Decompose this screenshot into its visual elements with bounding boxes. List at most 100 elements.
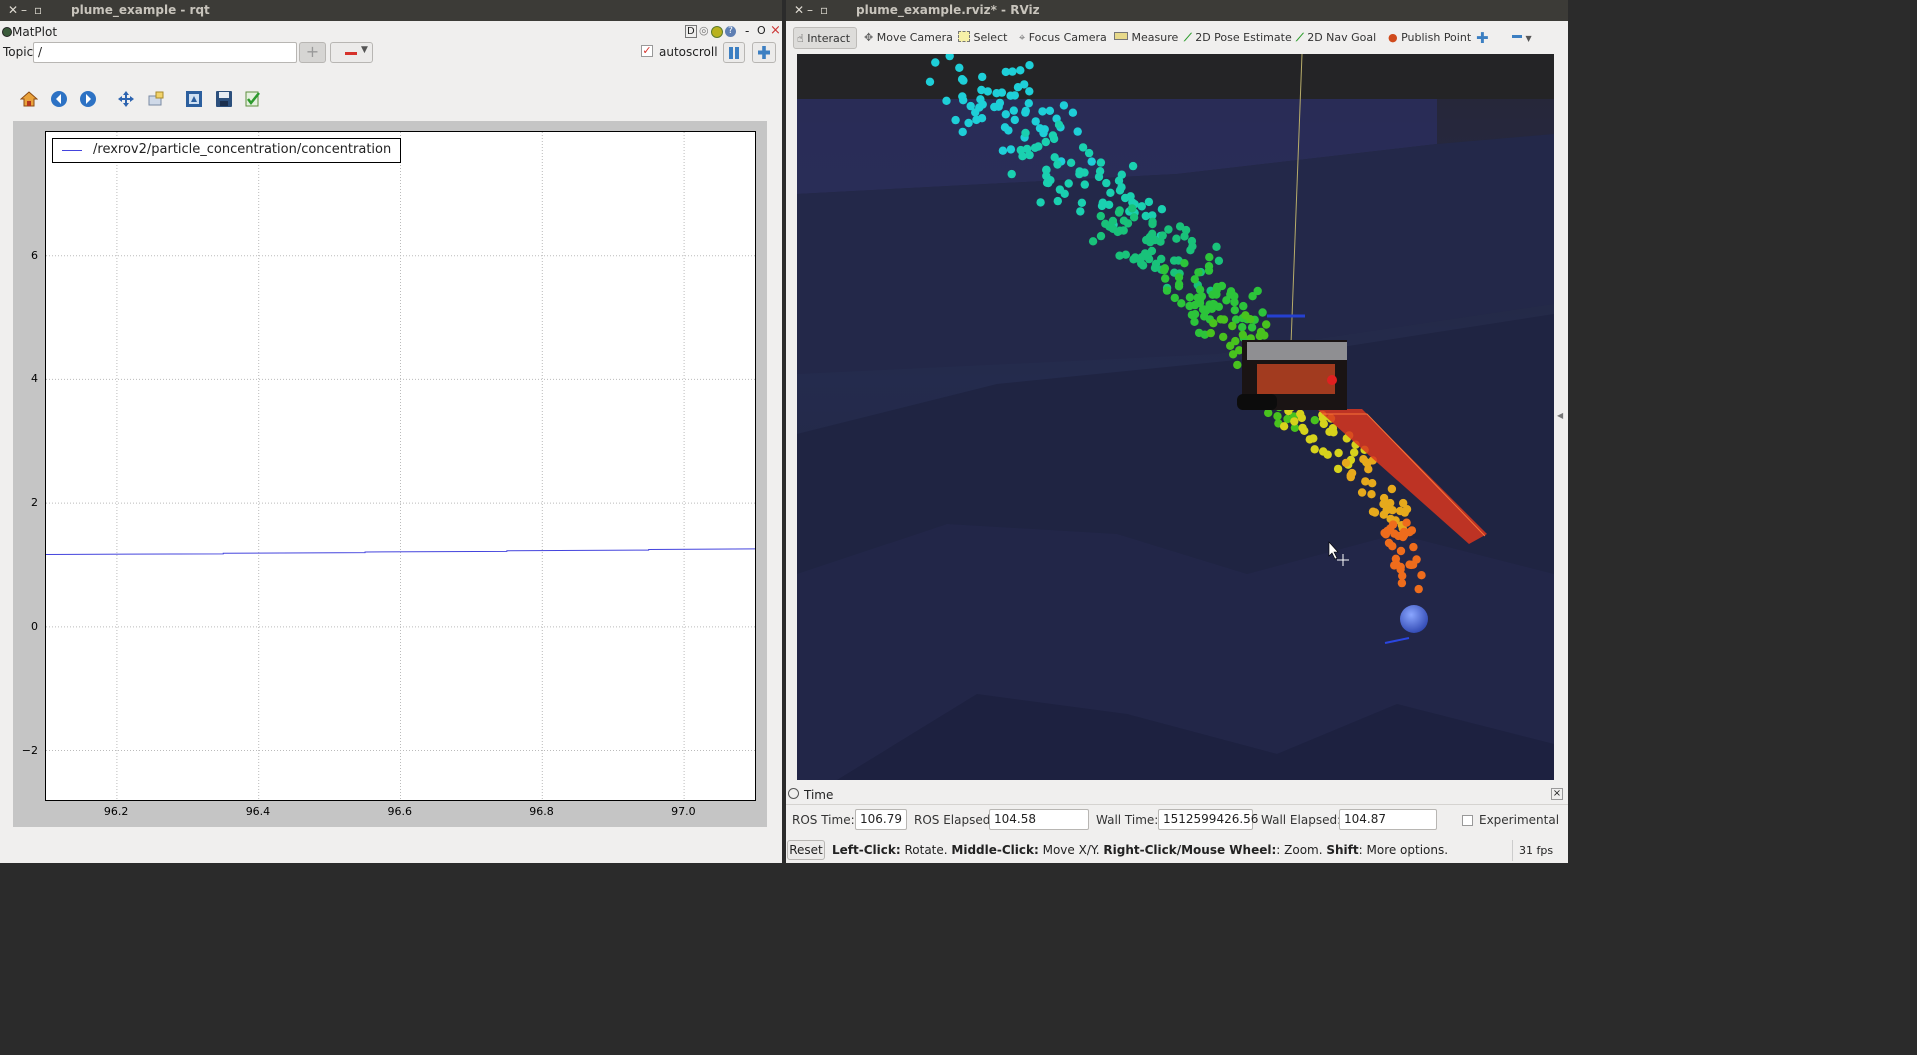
pan-icon[interactable] — [115, 88, 137, 110]
plugin-help-icon[interactable]: D — [685, 25, 697, 38]
topic-input[interactable]: / — [33, 42, 297, 63]
plume-particle — [1359, 455, 1368, 464]
plume-particle — [1379, 510, 1388, 519]
edit-icon[interactable] — [242, 88, 264, 110]
plugin-config-icon[interactable]: ◎ — [699, 24, 709, 37]
plume-particle — [1300, 426, 1309, 435]
experimental-checkbox[interactable] — [1462, 815, 1473, 826]
hint-right-click-text: : Zoom. — [1276, 843, 1327, 857]
plugin-info-icon[interactable]: ? — [725, 26, 736, 37]
plugin-reload-icon[interactable] — [711, 26, 723, 38]
tool-measure-label: Measure — [1131, 31, 1179, 44]
plume-particle — [1078, 143, 1088, 152]
ros-time-field[interactable]: 106.79 — [855, 809, 907, 830]
reset-button[interactable]: Reset — [787, 840, 825, 860]
plume-particle — [1205, 253, 1214, 262]
plume-particle — [1279, 422, 1289, 431]
plume-particle — [1258, 308, 1267, 317]
tool-2d-pose-estimate[interactable]: ⟋ 2D Pose Estimate — [1184, 27, 1292, 49]
plume-particle — [1068, 108, 1078, 117]
plume-particle — [1409, 542, 1418, 552]
wall-time-field[interactable]: 1512599426.56 — [1158, 809, 1258, 830]
plume-particle — [1007, 169, 1016, 179]
add-topic-button[interactable]: + — [299, 42, 326, 63]
wall-time-label: Wall Time: — [1096, 813, 1159, 827]
plume-particle — [1408, 560, 1418, 569]
plume-particle — [1219, 315, 1229, 324]
wall-elapsed-field[interactable]: 104.87 — [1339, 809, 1437, 830]
plugin-header: MatPlot D ◎ ? - O × — [0, 23, 782, 40]
topic-row: Topic / + ▼ ✓ autoscroll — [0, 42, 782, 64]
plume-particle — [1073, 127, 1082, 136]
plume-particle — [1020, 80, 1029, 89]
minimize-icon[interactable]: – — [807, 3, 820, 17]
ros-elapsed-field[interactable]: 104.58 — [989, 809, 1089, 830]
plume-particle — [1200, 312, 1209, 321]
plume-particle — [1024, 99, 1033, 108]
plume-particle — [1329, 428, 1338, 437]
back-icon[interactable] — [48, 88, 70, 110]
tool-2d-pose-estimate-label: 2D Pose Estimate — [1195, 31, 1292, 44]
plume-particle — [1156, 237, 1165, 246]
plume-particle — [1064, 179, 1073, 188]
zoom-icon[interactable] — [145, 88, 167, 110]
right-collapse-handle[interactable]: ◀ — [1557, 411, 1563, 420]
plume-particle — [1387, 484, 1397, 494]
plume-particle — [1357, 488, 1367, 497]
plume-particle — [1127, 204, 1137, 213]
plume-particle — [1309, 434, 1318, 443]
plume-particle — [1138, 261, 1148, 270]
tool-measure[interactable]: Measure — [1114, 27, 1178, 49]
3d-viewport[interactable]: ▶ — [797, 54, 1554, 780]
ros-time-value: 106.79 — [860, 812, 902, 826]
map-pin-icon: ● — [1388, 31, 1398, 44]
plume-particle — [1148, 219, 1157, 229]
clear-button[interactable] — [752, 42, 776, 63]
close-icon[interactable]: ✕ — [8, 3, 21, 17]
home-icon[interactable] — [18, 88, 40, 110]
plume-particle — [1045, 106, 1055, 115]
plume-particle — [1233, 360, 1242, 370]
pause-button[interactable] — [723, 42, 745, 63]
autoscroll-checkbox[interactable]: ✓ — [641, 45, 653, 57]
close-icon[interactable]: ✕ — [794, 3, 807, 17]
vehicle-frame — [1257, 364, 1335, 394]
remove-tool-button[interactable]: ▼ — [1512, 27, 1532, 49]
plugin-float-icon[interactable]: O — [757, 24, 766, 37]
plume-particle — [1222, 296, 1231, 305]
subplots-icon[interactable] — [183, 88, 205, 110]
maximize-icon[interactable]: ▫ — [820, 3, 833, 17]
remove-topic-button[interactable]: ▼ — [330, 42, 373, 63]
plume-particle — [976, 95, 985, 104]
plume-particle — [942, 96, 951, 105]
add-tool-button[interactable]: ✚ — [1476, 27, 1489, 49]
plume-particle — [1333, 464, 1343, 474]
plugin-minimize-icon[interactable]: - — [745, 24, 749, 38]
minimize-icon[interactable]: – — [21, 3, 34, 17]
window-controls[interactable]: ✕–▫ — [794, 3, 833, 17]
ros-time-label: ROS Time: — [792, 813, 855, 827]
save-icon[interactable] — [213, 88, 235, 110]
tool-2d-nav-goal[interactable]: ⟋ 2D Nav Goal — [1296, 27, 1376, 49]
forward-icon[interactable] — [77, 88, 99, 110]
maximize-icon[interactable]: ▫ — [34, 3, 47, 17]
plot-canvas[interactable] — [45, 131, 756, 801]
plugin-close-icon[interactable]: × — [770, 23, 781, 38]
plume-particle — [1396, 546, 1406, 556]
plume-particle — [1141, 211, 1150, 221]
time-panel-header: Time × — [786, 786, 1568, 805]
plume-particle — [1228, 321, 1237, 331]
tool-interact[interactable]: ☝ Interact — [793, 27, 857, 49]
tool-publish-point[interactable]: ● Publish Point — [1388, 27, 1471, 49]
time-panel-close-icon[interactable]: × — [1551, 788, 1563, 800]
plume-particle — [1188, 242, 1197, 251]
autoscroll-label: autoscroll — [659, 45, 718, 59]
time-panel-title: Time — [804, 788, 834, 802]
tool-select[interactable]: Select — [958, 27, 1007, 49]
window-controls[interactable]: ✕–▫ — [8, 3, 47, 17]
plume-particle — [1402, 518, 1411, 527]
tool-move-camera[interactable]: ✥ Move Camera — [864, 27, 953, 49]
tool-focus-camera[interactable]: ⌖ Focus Camera — [1019, 27, 1107, 49]
y-tick-label: 4 — [31, 372, 38, 386]
plume-particle — [1204, 266, 1214, 275]
